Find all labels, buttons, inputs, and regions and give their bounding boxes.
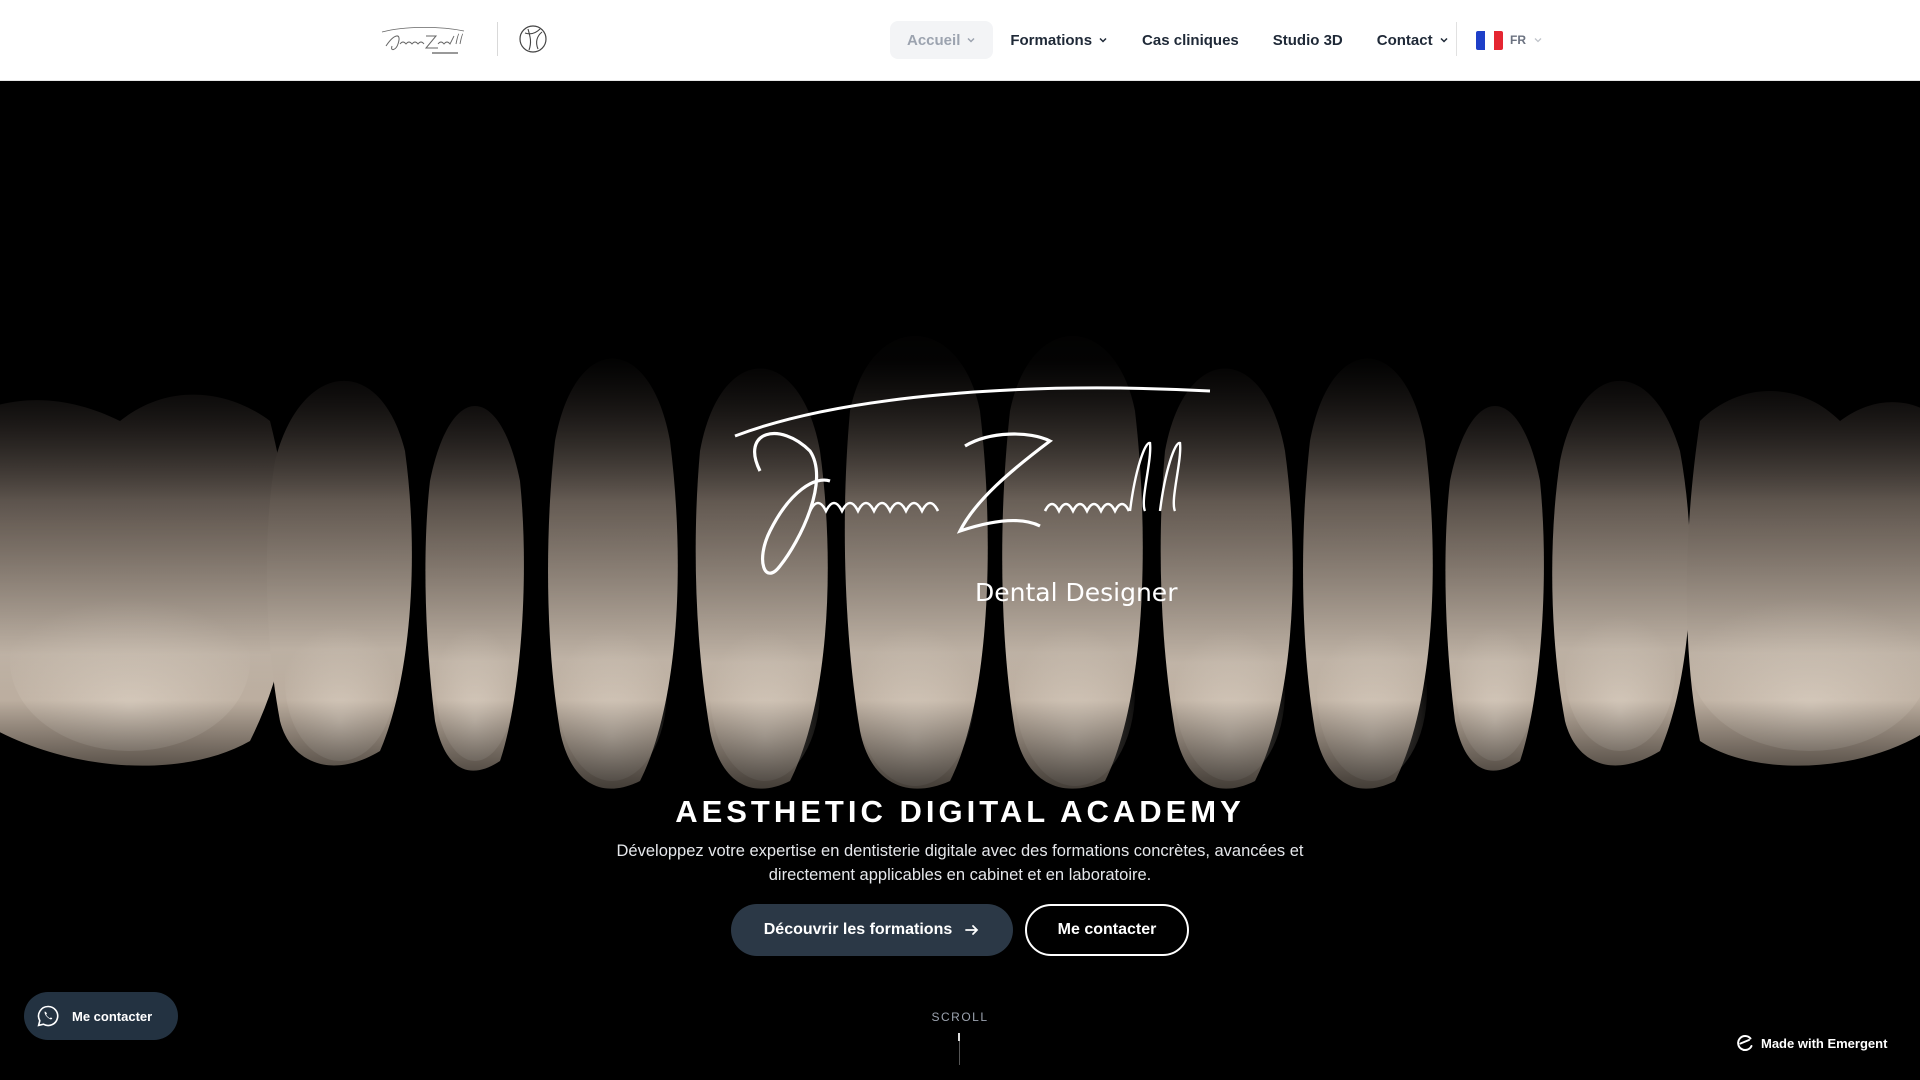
nav-item-cas-cliniques[interactable]: Cas cliniques xyxy=(1125,21,1256,59)
contact-me-label: Me contacter xyxy=(1057,921,1157,938)
nav-item-contact[interactable]: Contact xyxy=(1360,21,1466,59)
hero-section: Dental Designer AESTHETIC DIGITAL ACADEM… xyxy=(0,81,1920,1080)
nav-item-label: Accueil xyxy=(907,31,961,49)
chevron-down-icon xyxy=(1534,38,1542,43)
scroll-indicator-label: SCROLL xyxy=(931,1010,989,1024)
monogram-logo-icon[interactable] xyxy=(518,24,548,54)
signature-tagline: Dental Designer xyxy=(975,578,1178,607)
chevron-down-icon xyxy=(1099,37,1107,43)
nav-item-label: Studio 3D xyxy=(1272,31,1343,49)
nav-item-accueil[interactable]: Accueil xyxy=(890,21,994,59)
language-selector[interactable]: FR xyxy=(1476,28,1543,52)
nav-item-formations[interactable]: Formations xyxy=(993,21,1125,59)
nav-item-label: Cas cliniques xyxy=(1142,31,1239,49)
main-navigation: Accueil Formations Cas cliniques Studio … xyxy=(890,21,1466,59)
scroll-indicator-dot xyxy=(958,1033,960,1041)
france-flag-icon xyxy=(1476,30,1503,50)
emergent-logo-icon xyxy=(1737,1035,1753,1052)
arrow-right-icon xyxy=(965,925,979,935)
nav-language-divider xyxy=(1456,22,1457,56)
made-with-emergent-label: Made with Emergent xyxy=(1761,1035,1888,1051)
language-code: FR xyxy=(1510,33,1526,47)
francesco-zammillo-signature-logo: Dental Designer xyxy=(734,386,1211,607)
nav-item-studio-3d[interactable]: Studio 3D xyxy=(1256,21,1360,59)
signature-logo-icon xyxy=(381,26,465,54)
whatsapp-contact-label: Me contacter xyxy=(72,1008,153,1024)
hero-title: AESTHETIC DIGITAL ACADEMY xyxy=(675,794,1245,829)
brand-logo-link[interactable] xyxy=(380,18,468,62)
header-brand-divider xyxy=(497,22,498,56)
discover-trainings-button[interactable]: Découvrir les formations xyxy=(731,904,1013,956)
nav-item-label: Contact xyxy=(1376,31,1433,49)
chevron-down-icon xyxy=(1440,37,1448,43)
chevron-down-icon xyxy=(967,37,975,43)
nav-item-label: Formations xyxy=(1010,31,1093,49)
discover-trainings-label: Découvrir les formations xyxy=(763,921,953,938)
site-header: Accueil Formations Cas cliniques Studio … xyxy=(0,0,1920,81)
whatsapp-contact-button[interactable]: Me contacter xyxy=(24,992,178,1040)
hero-subtitle: Développez votre expertise en dentisteri… xyxy=(616,842,1304,884)
made-with-emergent-badge[interactable]: Made with Emergent xyxy=(1736,1032,1887,1054)
contact-me-button[interactable]: Me contacter xyxy=(1025,904,1189,956)
whatsapp-icon xyxy=(37,1005,59,1027)
